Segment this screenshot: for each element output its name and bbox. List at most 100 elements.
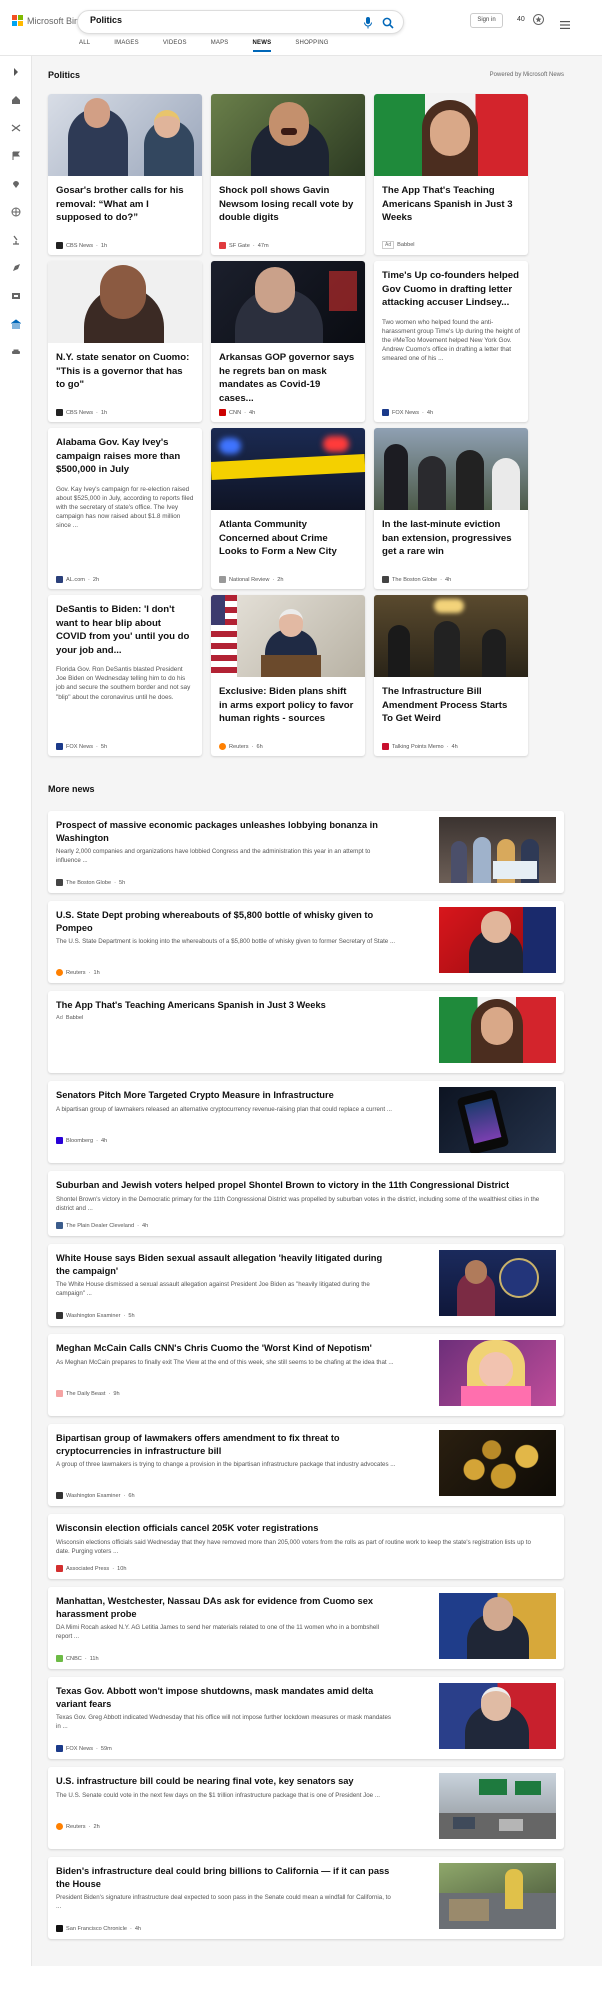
- more-news-item[interactable]: Bipartisan group of lawmakers offers ame…: [48, 1424, 564, 1506]
- source-logo-icon: [56, 1312, 63, 1319]
- bing-logo[interactable]: Microsoft Bing: [12, 15, 84, 26]
- tab-all[interactable]: ALL: [79, 40, 90, 52]
- tab-images[interactable]: IMAGES: [114, 40, 139, 52]
- hamburger-menu-icon[interactable]: [560, 16, 570, 34]
- source-logo-icon: [219, 576, 226, 583]
- card-title[interactable]: N.Y. state senator on Cuomo: "This is a …: [48, 343, 202, 392]
- item-source: Associated Press · 10h: [56, 1565, 126, 1572]
- item-image: [439, 907, 556, 973]
- rocket-icon[interactable]: [10, 262, 22, 274]
- news-card[interactable]: The App That's Teaching Americans Spanis…: [374, 94, 528, 255]
- bank-icon[interactable]: [10, 318, 22, 330]
- source-logo-icon: [56, 1655, 63, 1662]
- item-title[interactable]: The App That's Teaching Americans Spanis…: [56, 999, 396, 1012]
- news-card[interactable]: Exclusive: Biden plans shift in arms exp…: [211, 595, 365, 756]
- film-icon[interactable]: [10, 290, 22, 302]
- rewards-points[interactable]: 40: [517, 16, 525, 23]
- card-title[interactable]: Alabama Gov. Kay Ivey's campaign raises …: [48, 428, 202, 477]
- card-title[interactable]: Arkansas GOP governor says he regrets ba…: [211, 343, 365, 405]
- item-title[interactable]: Texas Gov. Abbott won't impose shutdowns…: [56, 1685, 396, 1711]
- item-source: Reuters · 1h: [56, 969, 100, 976]
- news-image: [211, 261, 365, 343]
- more-news-item[interactable]: U.S. State Dept probing whereabouts of $…: [48, 901, 564, 983]
- tab-news[interactable]: NEWS: [252, 40, 272, 52]
- more-news-item[interactable]: Manhattan, Westchester, Nassau DAs ask f…: [48, 1587, 564, 1669]
- card-source: Talking Points Memo · 4h: [382, 743, 458, 750]
- search-icon[interactable]: [382, 16, 394, 34]
- car-icon[interactable]: [10, 346, 22, 358]
- rewards-icon[interactable]: [532, 13, 545, 31]
- news-card[interactable]: In the last-minute eviction ban extensio…: [374, 428, 528, 589]
- card-title[interactable]: The App That's Teaching Americans Spanis…: [374, 176, 528, 225]
- card-title[interactable]: The Infrastructure Bill Amendment Proces…: [374, 677, 528, 726]
- tab-maps[interactable]: MAPS: [211, 40, 229, 52]
- card-description: Florida Gov. Ron DeSantis blasted Presid…: [56, 666, 191, 701]
- sign-in-button[interactable]: Sign in: [470, 13, 503, 28]
- more-news-item[interactable]: Senators Pitch More Targeted Crypto Meas…: [48, 1081, 564, 1163]
- globe-icon[interactable]: [10, 206, 22, 218]
- card-title[interactable]: Atlanta Community Concerned about Crime …: [211, 510, 365, 559]
- item-title[interactable]: Wisconsin election officials cancel 205K…: [56, 1522, 546, 1535]
- news-card[interactable]: Time's Up co-founders helped Gov Cuomo i…: [374, 261, 528, 422]
- news-card[interactable]: Shock poll shows Gavin Newsom losing rec…: [211, 94, 365, 255]
- item-title[interactable]: Prospect of massive economic packages un…: [56, 819, 396, 845]
- location-icon[interactable]: [10, 178, 22, 190]
- item-title[interactable]: Senators Pitch More Targeted Crypto Meas…: [56, 1089, 396, 1102]
- news-card[interactable]: Alabama Gov. Kay Ivey's campaign raises …: [48, 428, 202, 589]
- flag-icon[interactable]: [10, 150, 22, 162]
- item-image: [439, 817, 556, 883]
- item-title[interactable]: Bipartisan group of lawmakers offers ame…: [56, 1432, 396, 1458]
- more-news-item[interactable]: White House says Biden sexual assault al…: [48, 1244, 564, 1326]
- source-name: Associated Press: [66, 1565, 110, 1572]
- source-time: 4h: [426, 409, 434, 416]
- news-card[interactable]: Arkansas GOP governor says he regrets ba…: [211, 261, 365, 422]
- more-news-item[interactable]: The App That's Teaching Americans Spanis…: [48, 991, 564, 1073]
- more-news-item[interactable]: U.S. infrastructure bill could be nearin…: [48, 1767, 564, 1849]
- news-card[interactable]: Atlanta Community Concerned about Crime …: [211, 428, 365, 589]
- more-news-item[interactable]: Texas Gov. Abbott won't impose shutdowns…: [48, 1677, 564, 1759]
- source-name: Washington Examiner: [66, 1492, 121, 1499]
- card-source: CBS News · 1h: [56, 242, 107, 249]
- more-news-item[interactable]: Suburban and Jewish voters helped propel…: [48, 1171, 564, 1236]
- item-title[interactable]: U.S. infrastructure bill could be nearin…: [56, 1775, 396, 1788]
- source-name: AL.com: [66, 576, 85, 583]
- source-time: 10h: [117, 1565, 127, 1572]
- more-news-item[interactable]: Wisconsin election officials cancel 205K…: [48, 1514, 564, 1579]
- item-title[interactable]: White House says Biden sexual assault al…: [56, 1252, 396, 1278]
- search-box[interactable]: [77, 10, 404, 34]
- item-title[interactable]: Biden's infrastructure deal could bring …: [56, 1865, 396, 1891]
- microsoft-logo-icon: [12, 15, 23, 26]
- home-icon[interactable]: [10, 94, 22, 106]
- search-input[interactable]: [90, 15, 330, 25]
- card-title[interactable]: DeSantis to Biden: 'I don't want to hear…: [48, 595, 202, 657]
- item-title[interactable]: Manhattan, Westchester, Nassau DAs ask f…: [56, 1595, 396, 1621]
- powered-by-label: Powered by Microsoft News: [489, 72, 564, 78]
- more-news-item[interactable]: Biden's infrastructure deal could bring …: [48, 1857, 564, 1939]
- shuffle-icon[interactable]: [10, 122, 22, 134]
- news-card[interactable]: The Infrastructure Bill Amendment Proces…: [374, 595, 528, 756]
- more-news-item[interactable]: Meghan McCain Calls CNN's Chris Cuomo th…: [48, 1334, 564, 1416]
- microphone-icon[interactable]: [363, 16, 373, 34]
- item-source: Ad Babbel: [56, 1015, 83, 1021]
- microscope-icon[interactable]: [10, 234, 22, 246]
- item-source: San Francisco Chronicle · 4h: [56, 1925, 141, 1932]
- card-title[interactable]: Exclusive: Biden plans shift in arms exp…: [211, 677, 365, 726]
- news-card[interactable]: Gosar's brother calls for his removal: “…: [48, 94, 202, 255]
- source-logo-icon: [56, 1745, 63, 1752]
- card-title[interactable]: Gosar's brother calls for his removal: “…: [48, 176, 202, 225]
- news-card[interactable]: N.Y. state senator on Cuomo: "This is a …: [48, 261, 202, 422]
- tab-shopping[interactable]: SHOPPING: [295, 40, 328, 52]
- tab-videos[interactable]: VIDEOS: [163, 40, 187, 52]
- source-time: 2h: [277, 576, 284, 583]
- item-title[interactable]: Suburban and Jewish voters helped propel…: [56, 1179, 546, 1192]
- card-title[interactable]: Shock poll shows Gavin Newsom losing rec…: [211, 176, 365, 225]
- news-card[interactable]: DeSantis to Biden: 'I don't want to hear…: [48, 595, 202, 756]
- item-title[interactable]: U.S. State Dept probing whereabouts of $…: [56, 909, 396, 935]
- more-news-item[interactable]: Prospect of massive economic packages un…: [48, 811, 564, 893]
- chevron-right-icon[interactable]: [10, 66, 22, 78]
- item-image: [439, 1773, 556, 1839]
- card-title[interactable]: In the last-minute eviction ban extensio…: [374, 510, 528, 559]
- item-description: Nearly 2,000 companies and organizations…: [56, 848, 371, 864]
- item-title[interactable]: Meghan McCain Calls CNN's Chris Cuomo th…: [56, 1342, 396, 1355]
- card-title[interactable]: Time's Up co-founders helped Gov Cuomo i…: [374, 261, 528, 310]
